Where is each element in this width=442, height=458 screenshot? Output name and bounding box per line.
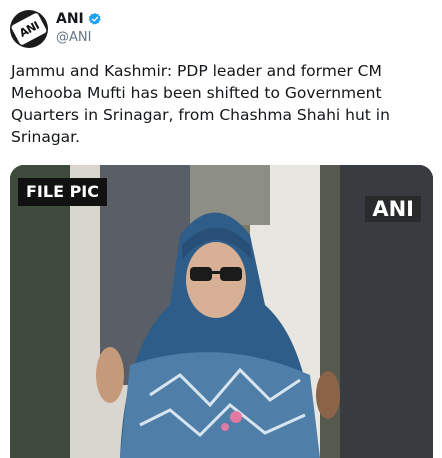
ani-logo: ANI [10,12,48,46]
tweet-photo[interactable]: FILE PIC ANI [10,165,433,458]
author-display-name[interactable]: ANI [56,11,84,27]
author-name-row[interactable]: ANI [56,11,102,27]
verified-badge-icon [88,12,101,25]
avatar-logo-text: ANI [16,18,42,40]
tweet-text: Jammu and Kashmir: PDP leader and former… [11,62,390,146]
file-pic-badge: FILE PIC [18,178,107,206]
tweet-card[interactable]: ANI ANI @ANI Jammu and Kashmir: PDP lead… [0,0,442,458]
avatar[interactable]: ANI [10,10,48,48]
ani-watermark: ANI [365,196,421,222]
author-handle[interactable]: @ANI [56,30,91,45]
